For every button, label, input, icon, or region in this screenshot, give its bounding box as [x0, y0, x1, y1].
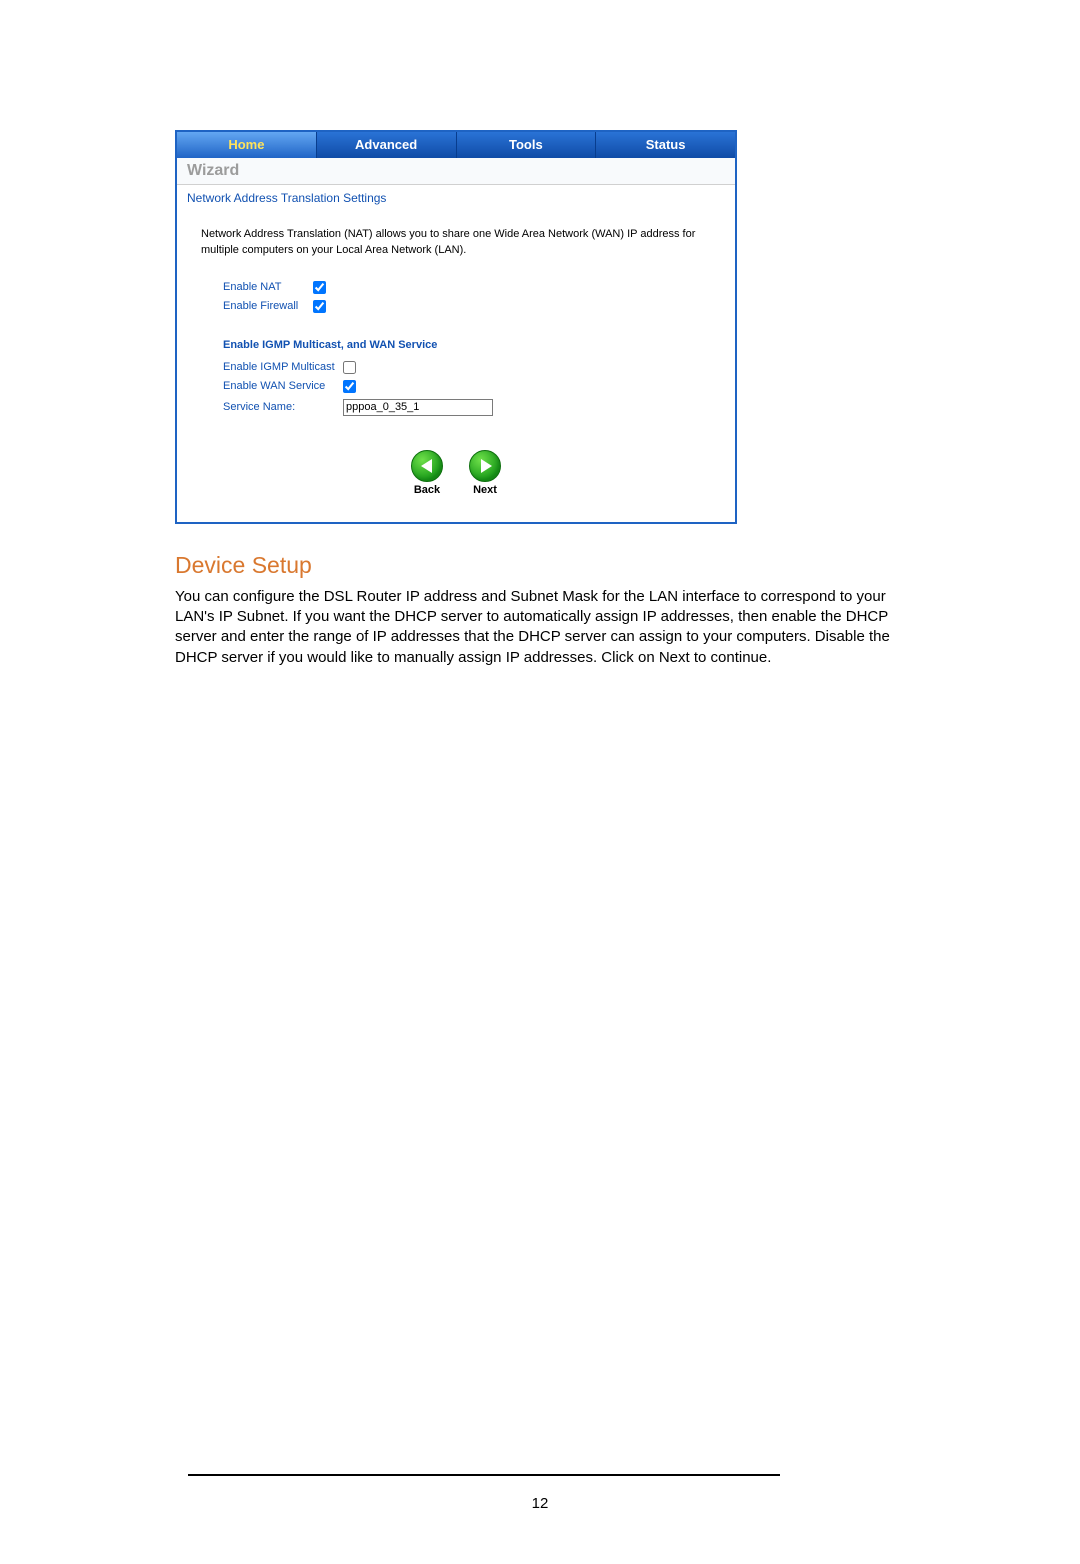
label-enable-igmp: Enable IGMP Multicast — [223, 361, 343, 373]
input-service-name[interactable] — [343, 399, 493, 416]
igmp-wan-heading: Enable IGMP Multicast, and WAN Service — [223, 339, 717, 351]
panel-body: Network Address Translation (NAT) allows… — [177, 209, 735, 522]
tab-home[interactable]: Home — [177, 132, 317, 158]
checkbox-enable-wan[interactable] — [343, 380, 356, 393]
tab-advanced[interactable]: Advanced — [317, 132, 457, 158]
label-enable-nat: Enable NAT — [223, 281, 313, 293]
document-page: Home Advanced Tools Status Wizard Networ… — [0, 0, 1080, 1564]
wizard-heading: Wizard — [177, 158, 735, 185]
section-title: Network Address Translation Settings — [177, 185, 735, 209]
nat-description: Network Address Translation (NAT) allows… — [201, 227, 711, 259]
label-enable-firewall: Enable Firewall — [223, 300, 313, 312]
tab-status[interactable]: Status — [596, 132, 735, 158]
doc-paragraph: You can configure the DSL Router IP addr… — [175, 587, 895, 668]
tab-bar: Home Advanced Tools Status — [177, 132, 735, 158]
label-enable-wan: Enable WAN Service — [223, 380, 343, 392]
row-enable-igmp: Enable IGMP Multicast — [223, 361, 717, 374]
label-service-name: Service Name: — [223, 401, 343, 413]
next-label: Next — [473, 484, 497, 496]
back-button[interactable]: Back — [411, 450, 443, 496]
router-ui-panel: Home Advanced Tools Status Wizard Networ… — [175, 130, 737, 524]
doc-heading-device-setup: Device Setup — [175, 552, 915, 579]
checkbox-enable-nat[interactable] — [313, 281, 326, 294]
row-enable-firewall: Enable Firewall — [223, 300, 717, 313]
footer-rule — [188, 1474, 780, 1476]
row-service-name: Service Name: — [223, 399, 717, 416]
tab-tools[interactable]: Tools — [457, 132, 597, 158]
next-arrow-icon — [469, 450, 501, 482]
page-number: 12 — [0, 1495, 1080, 1512]
next-button[interactable]: Next — [469, 450, 501, 496]
back-label: Back — [414, 484, 440, 496]
row-enable-wan: Enable WAN Service — [223, 380, 717, 393]
row-enable-nat: Enable NAT — [223, 281, 717, 294]
back-arrow-icon — [411, 450, 443, 482]
wizard-nav: Back Next — [195, 450, 717, 496]
checkbox-enable-igmp[interactable] — [343, 361, 356, 374]
checkbox-enable-firewall[interactable] — [313, 300, 326, 313]
